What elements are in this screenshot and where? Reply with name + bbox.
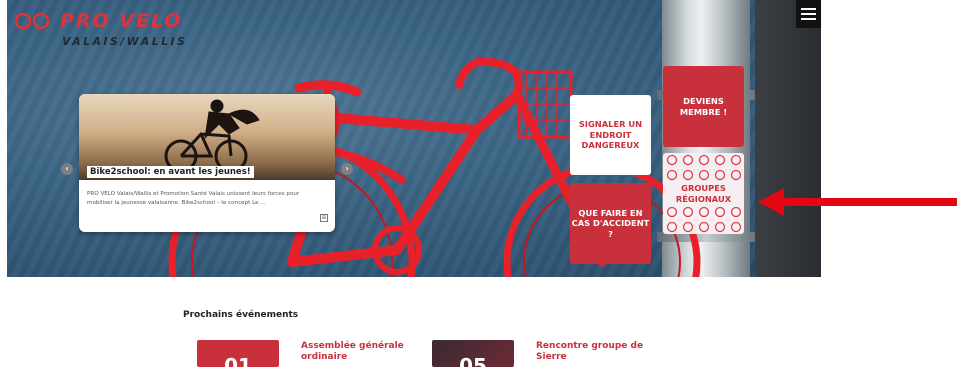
events-heading: Prochains événements (183, 310, 299, 320)
news-excerpt: PRO VELO Valais/Wallis et Promotion Sant… (87, 191, 300, 206)
logo-title: PRO VELO (60, 10, 183, 32)
event-day: 05 (459, 354, 487, 367)
event-date-tile[interactable]: 05 (432, 340, 514, 367)
report-danger-label: SIGNALER UN ENDROIT DANGEREUX (578, 119, 643, 151)
event-date-tile[interactable]: 01 (197, 340, 279, 367)
menu-line (801, 18, 816, 20)
become-member-label: DEVIENS MEMBRE ! (679, 96, 728, 117)
expand-icon[interactable]: ⊞ (320, 214, 328, 222)
accident-help-button[interactable]: QUE FAIRE EN CAS D'ACCIDENT ? (570, 183, 651, 264)
logo-subtitle: VALAIS/WALLIS (62, 35, 188, 48)
menu-line (801, 8, 816, 10)
event-day: 01 (224, 354, 252, 367)
report-danger-button[interactable]: SIGNALER UN ENDROIT DANGEREUX (570, 95, 651, 175)
event-title-link[interactable]: Assemblée générale ordinaire (301, 341, 431, 363)
news-title[interactable]: Bike2school: en avant les jeunes! (87, 166, 254, 178)
regional-groups-label: GROUPES RÉGIONAUX (675, 183, 732, 204)
menu-line (801, 13, 816, 15)
red-arrow-icon (758, 188, 957, 216)
chevron-right-icon[interactable]: › (341, 163, 353, 175)
regional-groups-button[interactable]: GROUPES RÉGIONAUX (663, 153, 744, 234)
news-image: Bike2school: en avant les jeunes! (79, 94, 335, 180)
news-card[interactable]: Bike2school: en avant les jeunes! PRO VE… (79, 94, 335, 232)
chevron-left-icon[interactable]: ‹ (61, 163, 73, 175)
accident-help-label: QUE FAIRE EN CAS D'ACCIDENT ? (571, 207, 650, 239)
logo-rings-icon (14, 12, 50, 30)
hamburger-icon[interactable] (796, 0, 821, 28)
event-title-link[interactable]: Rencontre groupe de Sierre (536, 341, 666, 363)
become-member-button[interactable]: DEVIENS MEMBRE ! (663, 66, 744, 147)
